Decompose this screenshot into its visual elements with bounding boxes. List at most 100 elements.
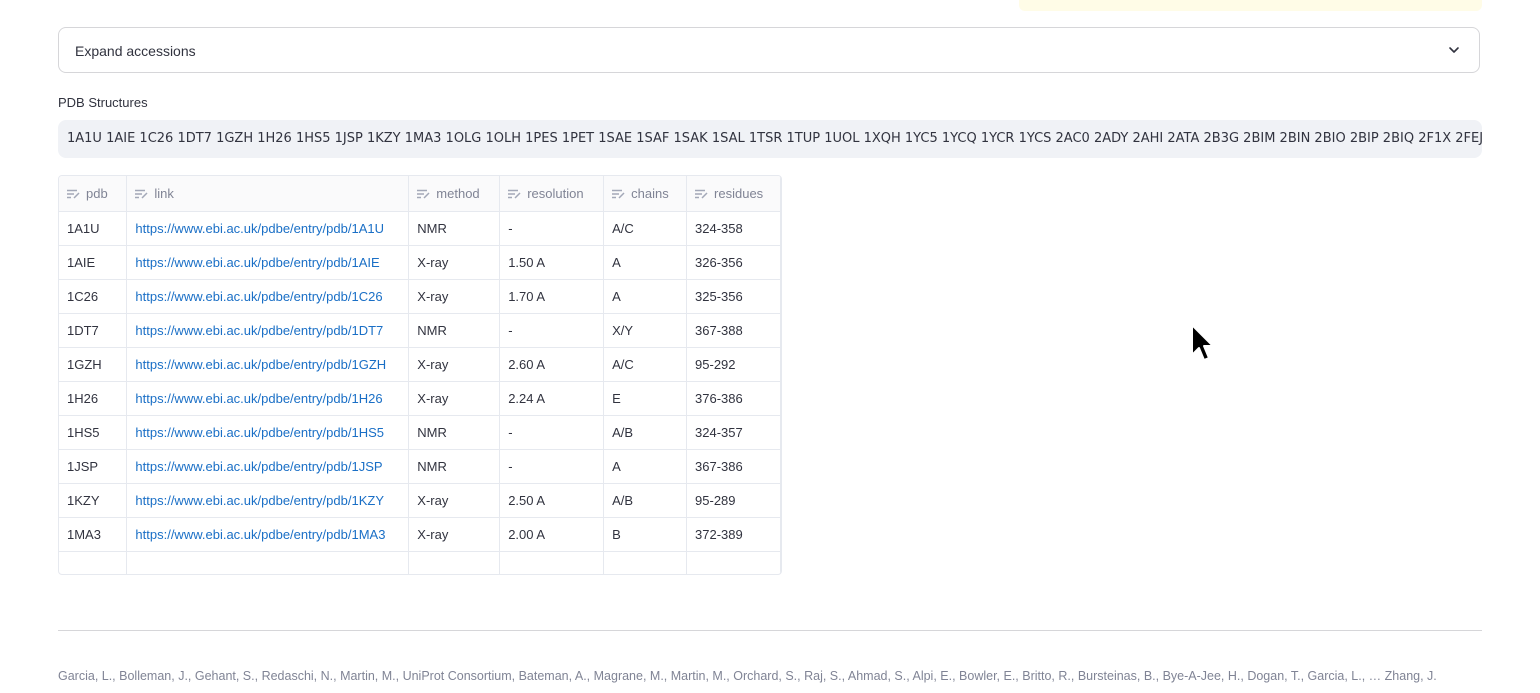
cell-chains [603,551,688,574]
cell-chains: E [603,381,688,416]
pdb-structures-label: PDB Structures [58,95,148,110]
divider [58,630,1482,631]
cell-chains: A/B [603,415,688,450]
cell-resolution [499,551,605,574]
cell-method: NMR [408,449,501,484]
cell-chains: X/Y [603,313,688,348]
cell-resolution: 1.50 A [499,245,605,280]
column-header-resolution[interactable]: resolution [499,176,605,212]
cell-resolution: 2.00 A [499,517,605,552]
column-menu-icon [67,189,80,199]
cell-link[interactable]: https://www.ebi.ac.uk/pdbe/entry/pdb/1A1… [126,211,410,246]
cell-method: X-ray [408,279,501,314]
cell-resolution: - [499,313,605,348]
cell-pdb: 1DT7 [59,313,128,348]
cell-residues [686,551,781,574]
cell-method: X-ray [408,517,501,552]
pdb-structures-input[interactable]: 1A1U 1AIE 1C26 1DT7 1GZH 1H26 1HS5 1JSP … [58,120,1482,158]
accessions-expander[interactable]: Expand accessions [58,27,1480,73]
cell-link[interactable]: https://www.ebi.ac.uk/pdbe/entry/pdb/1MA… [126,517,410,552]
table-row[interactable]: 1KZY https://www.ebi.ac.uk/pdbe/entry/pdb… [59,483,781,518]
cell-link[interactable]: https://www.ebi.ac.uk/pdbe/entry/pdb/1GZ… [126,347,410,382]
cell-chains: A/C [603,211,688,246]
cell-resolution: 1.70 A [499,279,605,314]
cell-residues: 372-389 [686,517,781,552]
cell-pdb: 1MA3 [59,517,128,552]
table-row[interactable]: 1H26 https://www.ebi.ac.uk/pdbe/entry/pdb… [59,381,781,416]
cell-pdb: 1GZH [59,347,128,382]
cell-residues: 95-292 [686,347,781,382]
column-header-chains[interactable]: chains [603,176,688,212]
table-row[interactable]: 1C26 https://www.ebi.ac.uk/pdbe/entry/pdb… [59,279,781,314]
cell-resolution: 2.60 A [499,347,605,382]
column-header-link[interactable]: link [126,176,410,212]
cell-resolution: 2.24 A [499,381,605,416]
column-header-residues[interactable]: residues [686,176,781,212]
cell-pdb: 1KZY [59,483,128,518]
table-row[interactable]: 1HS5 https://www.ebi.ac.uk/pdbe/entry/pdb… [59,415,781,450]
cell-resolution: 2.50 A [499,483,605,518]
cell-residues: 367-386 [686,449,781,484]
table-row[interactable]: 1AIE https://www.ebi.ac.uk/pdbe/entry/pdb… [59,245,781,280]
cell-link[interactable]: https://www.ebi.ac.uk/pdbe/entry/pdb/1AI… [126,245,410,280]
cell-pdb: 1C26 [59,279,128,314]
cell-link[interactable]: https://www.ebi.ac.uk/pdbe/entry/pdb/1KZ… [126,483,410,518]
cell-link[interactable]: https://www.ebi.ac.uk/pdbe/entry/pdb/1C2… [126,279,410,314]
cell-residues: 376-386 [686,381,781,416]
cell-residues: 95-289 [686,483,781,518]
column-menu-icon [417,189,430,199]
cell-link[interactable]: https://www.ebi.ac.uk/pdbe/entry/pdb/1H2… [126,381,410,416]
cell-pdb: 1HS5 [59,415,128,450]
column-header-label: chains [631,185,669,201]
info-alert-box [1019,0,1482,11]
cell-residues: 326-356 [686,245,781,280]
cell-method: X-ray [408,347,501,382]
cell-chains: B [603,517,688,552]
cell-chains: A [603,279,688,314]
column-header-method[interactable]: method [408,176,501,212]
table-row[interactable] [59,551,781,574]
cell-residues: 325-356 [686,279,781,314]
column-header-label: method [436,185,480,201]
cell-pdb: 1H26 [59,381,128,416]
citation-text: Garcia, L., Bolleman, J., Gehant, S., Re… [58,669,1437,683]
column-menu-icon [508,189,521,199]
cell-chains: A/B [603,483,688,518]
expander-label: Expand accessions [75,43,196,59]
cell-pdb: 1A1U [59,211,128,246]
column-header-pdb[interactable]: pdb [59,176,128,212]
cell-pdb [59,551,128,574]
table-row[interactable]: 1GZH https://www.ebi.ac.uk/pdbe/entry/pdb… [59,347,781,382]
table-row[interactable]: 1DT7 https://www.ebi.ac.uk/pdbe/entry/pdb… [59,313,781,348]
page: Expand accessions PDB Structures 1A1U 1A… [0,0,1540,693]
cell-chains: A/C [603,347,688,382]
cell-residues: 367-388 [686,313,781,348]
column-header-label: resolution [527,185,584,201]
cell-method: NMR [408,415,501,450]
cell-link[interactable]: https://www.ebi.ac.uk/pdbe/entry/pdb/1HS… [126,415,410,450]
mouse-pointer-icon [1191,324,1214,361]
chevron-down-icon [1449,47,1459,53]
column-header-label: link [154,185,174,201]
cell-chains: A [603,245,688,280]
cell-residues: 324-358 [686,211,781,246]
cell-method: X-ray [408,245,501,280]
cell-link [126,551,410,574]
table-row[interactable]: 1JSP https://www.ebi.ac.uk/pdbe/entry/pdb… [59,449,781,484]
cell-link[interactable]: https://www.ebi.ac.uk/pdbe/entry/pdb/1JS… [126,449,410,484]
column-menu-icon [612,189,625,199]
column-header-label: residues [714,185,764,201]
cell-method: NMR [408,313,501,348]
cell-link[interactable]: https://www.ebi.ac.uk/pdbe/entry/pdb/1DT… [126,313,410,348]
column-menu-icon [695,189,708,199]
pdb-table[interactable]: pdb link method resolution chains residues 1A… [58,175,782,575]
cell-pdb: 1JSP [59,449,128,484]
table-header-row: pdb link method resolution chains residues [59,176,781,212]
cell-method: NMR [408,211,501,246]
cell-resolution: - [499,415,605,450]
cell-chains: A [603,449,688,484]
table-row[interactable]: 1MA3 https://www.ebi.ac.uk/pdbe/entry/pdb… [59,517,781,552]
cell-resolution: - [499,449,605,484]
cell-residues: 324-357 [686,415,781,450]
table-row[interactable]: 1A1U https://www.ebi.ac.uk/pdbe/entry/pdb… [59,211,781,246]
